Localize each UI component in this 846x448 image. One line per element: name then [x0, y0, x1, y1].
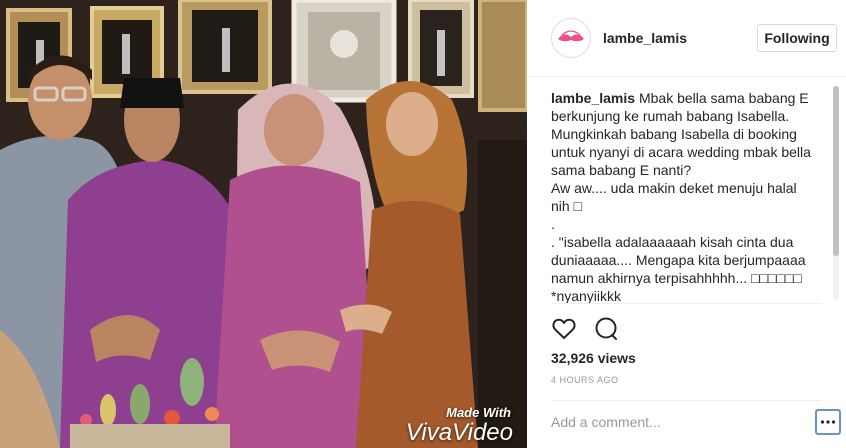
heart-icon[interactable]: [551, 316, 577, 342]
divider: [551, 400, 822, 401]
video-watermark: Made With VivaVideo: [406, 405, 513, 446]
caption-username[interactable]: lambe_lamis: [551, 90, 635, 106]
instagram-post: Made With VivaVideo lambe_lamis Followin…: [0, 0, 846, 448]
avatar[interactable]: [551, 18, 591, 58]
scrollbar-thumb[interactable]: [833, 86, 839, 256]
post-side-panel: lambe_lamis Following lambe_lamis Mbak b…: [527, 0, 846, 448]
caption-scrollbar[interactable]: [833, 86, 839, 300]
caption-line-3: Aw aw.... uda makin deket menuju halal n…: [551, 180, 797, 214]
header-username[interactable]: lambe_lamis: [603, 30, 687, 46]
add-comment-input[interactable]: [551, 410, 801, 434]
following-button[interactable]: Following: [757, 24, 837, 52]
post-photo[interactable]: Made With VivaVideo: [0, 0, 527, 448]
post-timestamp[interactable]: 4 HOURS AGO: [551, 375, 619, 385]
caption-line-5: . "isabella adalaaaaaah kisah cinta dua …: [551, 234, 806, 303]
caption-line-2: Mungkinkah babang Isabella di booking un…: [551, 126, 811, 178]
person-pink-hijab: [214, 83, 378, 448]
avatar-logo-icon: [558, 30, 584, 42]
caption-area: lambe_lamis Mbak bella sama babang E ber…: [551, 89, 813, 303]
view-count[interactable]: 32,926 views: [551, 350, 636, 366]
watermark-brand: VivaVideo: [405, 419, 513, 446]
photo-illustration: [0, 0, 527, 448]
post-header: lambe_lamis Following: [527, 0, 846, 77]
watermark-made-with: Made With: [446, 405, 511, 420]
comment-bubble-icon[interactable]: [593, 316, 619, 342]
divider: [551, 303, 822, 304]
caption-line-4: .: [551, 216, 555, 232]
more-options-icon[interactable]: [815, 409, 841, 435]
